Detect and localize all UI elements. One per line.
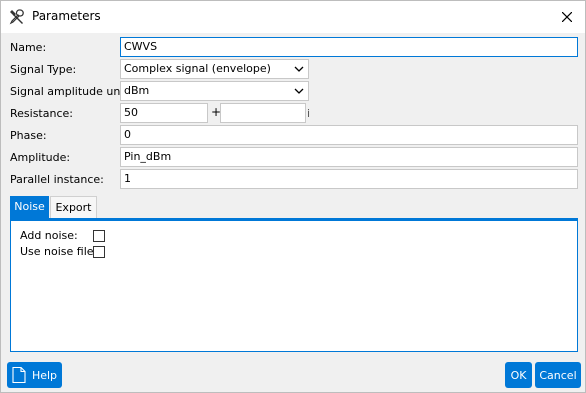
help-button[interactable]: Help xyxy=(7,362,62,388)
tab-noise[interactable]: Noise xyxy=(10,196,49,218)
ok-button[interactable]: OK xyxy=(505,362,532,388)
tab-export[interactable]: Export xyxy=(50,196,97,218)
imaginary-unit: i xyxy=(307,107,311,120)
cancel-label: Cancel xyxy=(539,368,577,382)
close-icon xyxy=(562,12,572,22)
amplitude-value: Pin_dBm xyxy=(124,150,172,163)
amplitude-units-label: Signal amplitude units: xyxy=(10,85,138,98)
name-input[interactable]: CWVS xyxy=(120,37,578,57)
amplitude-input[interactable]: Pin_dBm xyxy=(120,147,578,167)
resistance-real-value: 50 xyxy=(124,106,138,119)
parallel-instance-input[interactable]: 1 xyxy=(120,169,578,189)
name-value: CWVS xyxy=(124,40,158,53)
phase-value: 0 xyxy=(124,128,131,141)
phase-label: Phase: xyxy=(10,129,47,142)
dialog-footer: Help OK Cancel xyxy=(1,355,585,392)
parallel-instance-label: Parallel instance: xyxy=(10,173,104,186)
signal-type-label: Signal Type: xyxy=(10,63,77,76)
help-label: Help xyxy=(31,368,58,382)
resistance-label: Resistance: xyxy=(10,107,73,120)
window-title: Parameters xyxy=(32,9,101,23)
tools-icon xyxy=(9,9,24,25)
parameters-dialog: Parameters Name: CWVS Signal Type: Compl… xyxy=(0,0,586,393)
cancel-button[interactable]: Cancel xyxy=(535,362,581,388)
use-noise-file-checkbox[interactable] xyxy=(93,246,105,258)
noise-tab-panel: Add noise: Use noise file: xyxy=(10,221,578,352)
chevron-down-icon xyxy=(294,88,304,94)
resistance-real-input[interactable]: 50 xyxy=(120,103,208,123)
amplitude-units-value: dBm xyxy=(124,84,150,97)
use-noise-file-label: Use noise file: xyxy=(20,245,98,258)
amplitude-units-select[interactable]: dBm xyxy=(120,81,309,101)
chevron-down-icon xyxy=(294,66,304,72)
signal-type-select[interactable]: Complex signal (envelope) xyxy=(120,59,309,79)
name-label: Name: xyxy=(10,41,47,54)
tab-noise-label: Noise xyxy=(14,200,45,213)
tab-export-label: Export xyxy=(55,201,92,214)
add-noise-checkbox[interactable] xyxy=(93,230,105,242)
signal-type-value: Complex signal (envelope) xyxy=(124,62,271,75)
document-icon xyxy=(12,367,26,383)
phase-input[interactable]: 0 xyxy=(120,125,578,145)
parallel-instance-value: 1 xyxy=(124,172,131,185)
resistance-imag-input[interactable] xyxy=(220,103,306,123)
add-noise-label: Add noise: xyxy=(20,229,78,242)
ok-label: OK xyxy=(510,368,527,382)
amplitude-label: Amplitude: xyxy=(10,151,71,164)
close-button[interactable] xyxy=(553,5,581,29)
title-bar: Parameters xyxy=(1,1,585,33)
